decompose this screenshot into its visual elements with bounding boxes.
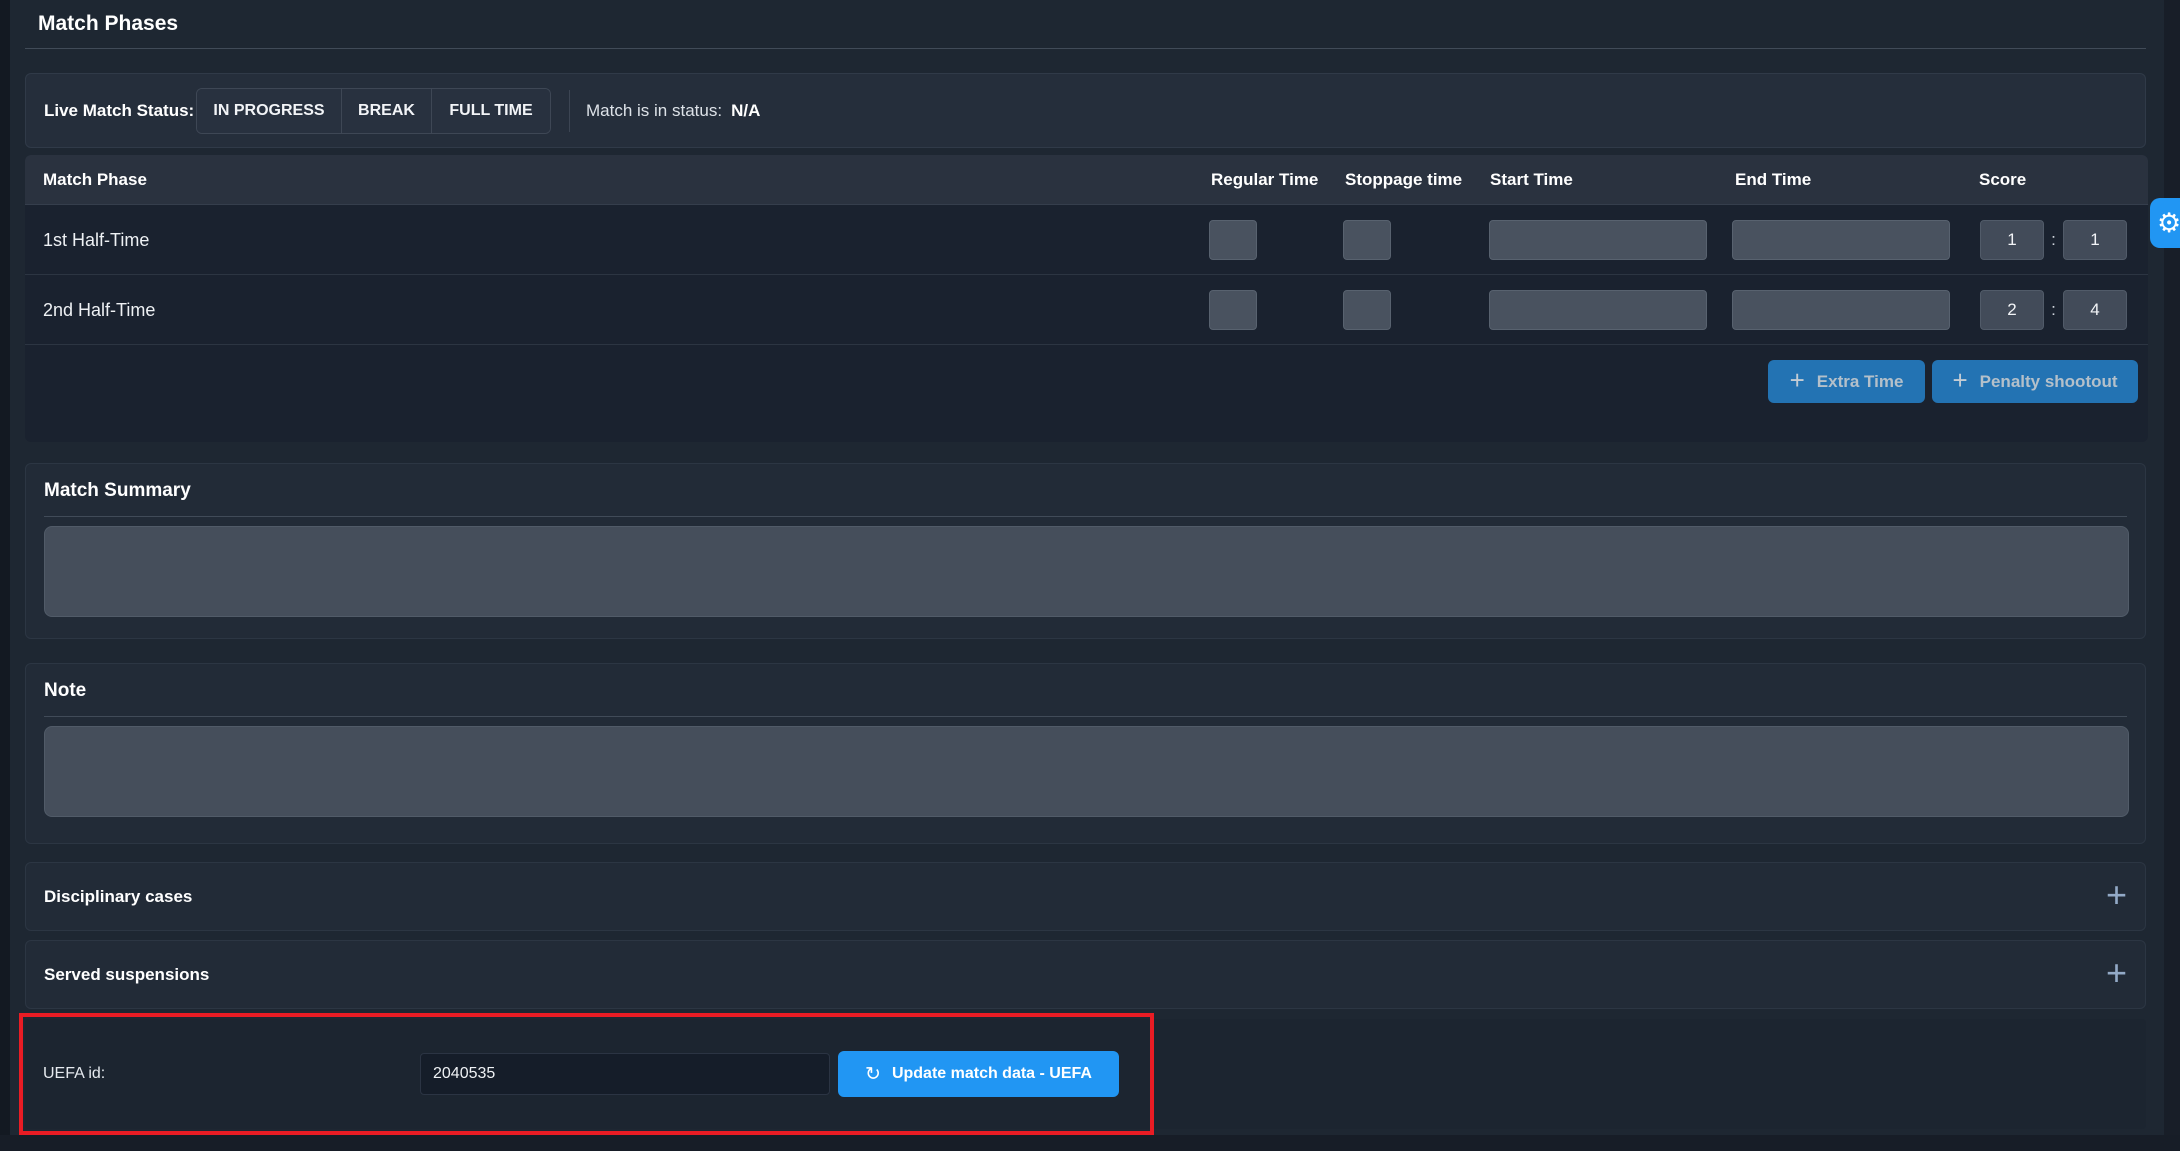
disciplinary-cases-bar[interactable]: Disciplinary cases + <box>25 862 2146 931</box>
table-row-first-half: 1st Half-Time : <box>25 205 2148 275</box>
match-status-caption: Match is in status: <box>586 101 722 121</box>
served-suspensions-bar[interactable]: Served suspensions + <box>25 940 2146 1009</box>
match-summary-heading: Match Summary <box>44 480 2127 502</box>
expand-plus-icon[interactable]: + <box>2106 877 2127 913</box>
live-match-status-label: Live Match Status: <box>44 101 194 121</box>
add-penalty-shootout-label: Penalty shootout <box>1980 372 2118 392</box>
column-header-match-phase: Match Phase <box>43 155 147 205</box>
add-extra-time-button[interactable]: + Extra Time <box>1768 360 1925 403</box>
status-button-full-time[interactable]: FULL TIME <box>432 89 550 133</box>
stoppage-time-input[interactable] <box>1343 290 1391 330</box>
note-section: Note <box>25 663 2146 844</box>
column-header-score: Score <box>1979 155 2026 205</box>
note-textarea[interactable] <box>44 726 2129 817</box>
bottom-band <box>0 1135 2180 1151</box>
score-home-input[interactable] <box>1980 290 2044 330</box>
uefa-id-input[interactable] <box>420 1053 830 1095</box>
start-time-input[interactable] <box>1489 220 1707 260</box>
disciplinary-cases-title: Disciplinary cases <box>44 887 192 907</box>
table-row-second-half: 2nd Half-Time : <box>25 275 2148 345</box>
match-summary-textarea[interactable] <box>44 526 2129 617</box>
status-vertical-divider <box>569 90 570 132</box>
table-header-row: Match Phase Regular Time Stoppage time S… <box>25 155 2148 205</box>
left-edge-strip <box>0 0 10 1151</box>
expand-plus-icon[interactable]: + <box>2106 955 2127 991</box>
section-divider <box>44 716 2127 717</box>
gear-icon: ⚙ <box>2157 208 2180 239</box>
column-header-start-time: Start Time <box>1490 155 1573 205</box>
match-status-text: Match is in status: N/A <box>586 74 760 147</box>
plus-icon: + <box>1952 367 1967 393</box>
match-status-button-group: IN PROGRESS BREAK FULL TIME <box>196 88 551 134</box>
score-away-input[interactable] <box>2063 290 2127 330</box>
stoppage-time-input[interactable] <box>1343 220 1391 260</box>
uefa-id-label: UEFA id: <box>43 1019 105 1129</box>
column-header-regular-time: Regular Time <box>1211 155 1318 205</box>
score-home-input[interactable] <box>1980 220 2044 260</box>
end-time-input[interactable] <box>1732 290 1950 330</box>
score-away-input[interactable] <box>2063 220 2127 260</box>
right-edge-strip <box>2164 0 2180 1151</box>
start-time-input[interactable] <box>1489 290 1707 330</box>
uefa-id-section: UEFA id: ↻ Update match data - UEFA <box>25 1019 2146 1129</box>
status-button-in-progress[interactable]: IN PROGRESS <box>197 89 342 133</box>
plus-icon: + <box>1790 367 1805 393</box>
title-divider <box>25 48 2146 49</box>
live-match-status-bar: Live Match Status: IN PROGRESS BREAK FUL… <box>25 73 2146 148</box>
column-header-stoppage-time: Stoppage time <box>1345 155 1462 205</box>
section-divider <box>44 516 2127 517</box>
note-heading: Note <box>44 680 2127 702</box>
page-title: Match Phases <box>38 12 178 36</box>
match-summary-section: Match Summary <box>25 463 2146 639</box>
regular-time-input[interactable] <box>1209 220 1257 260</box>
phase-name: 2nd Half-Time <box>43 275 155 345</box>
regular-time-input[interactable] <box>1209 290 1257 330</box>
settings-panel-toggle[interactable]: ⚙ <box>2150 198 2180 248</box>
add-extra-time-label: Extra Time <box>1817 372 1904 392</box>
status-button-break[interactable]: BREAK <box>342 89 432 133</box>
score-separator: : <box>2044 205 2063 275</box>
score-separator: : <box>2044 275 2063 345</box>
update-match-data-label: Update match data - UEFA <box>892 1065 1092 1083</box>
update-match-data-button[interactable]: ↻ Update match data - UEFA <box>838 1051 1119 1097</box>
column-header-end-time: End Time <box>1735 155 1811 205</box>
served-suspensions-title: Served suspensions <box>44 965 209 985</box>
phase-name: 1st Half-Time <box>43 205 149 275</box>
match-status-value: N/A <box>731 101 760 121</box>
end-time-input[interactable] <box>1732 220 1950 260</box>
match-phases-table: Match Phase Regular Time Stoppage time S… <box>25 155 2148 442</box>
refresh-icon: ↻ <box>865 1063 881 1086</box>
add-penalty-shootout-button[interactable]: + Penalty shootout <box>1932 360 2138 403</box>
